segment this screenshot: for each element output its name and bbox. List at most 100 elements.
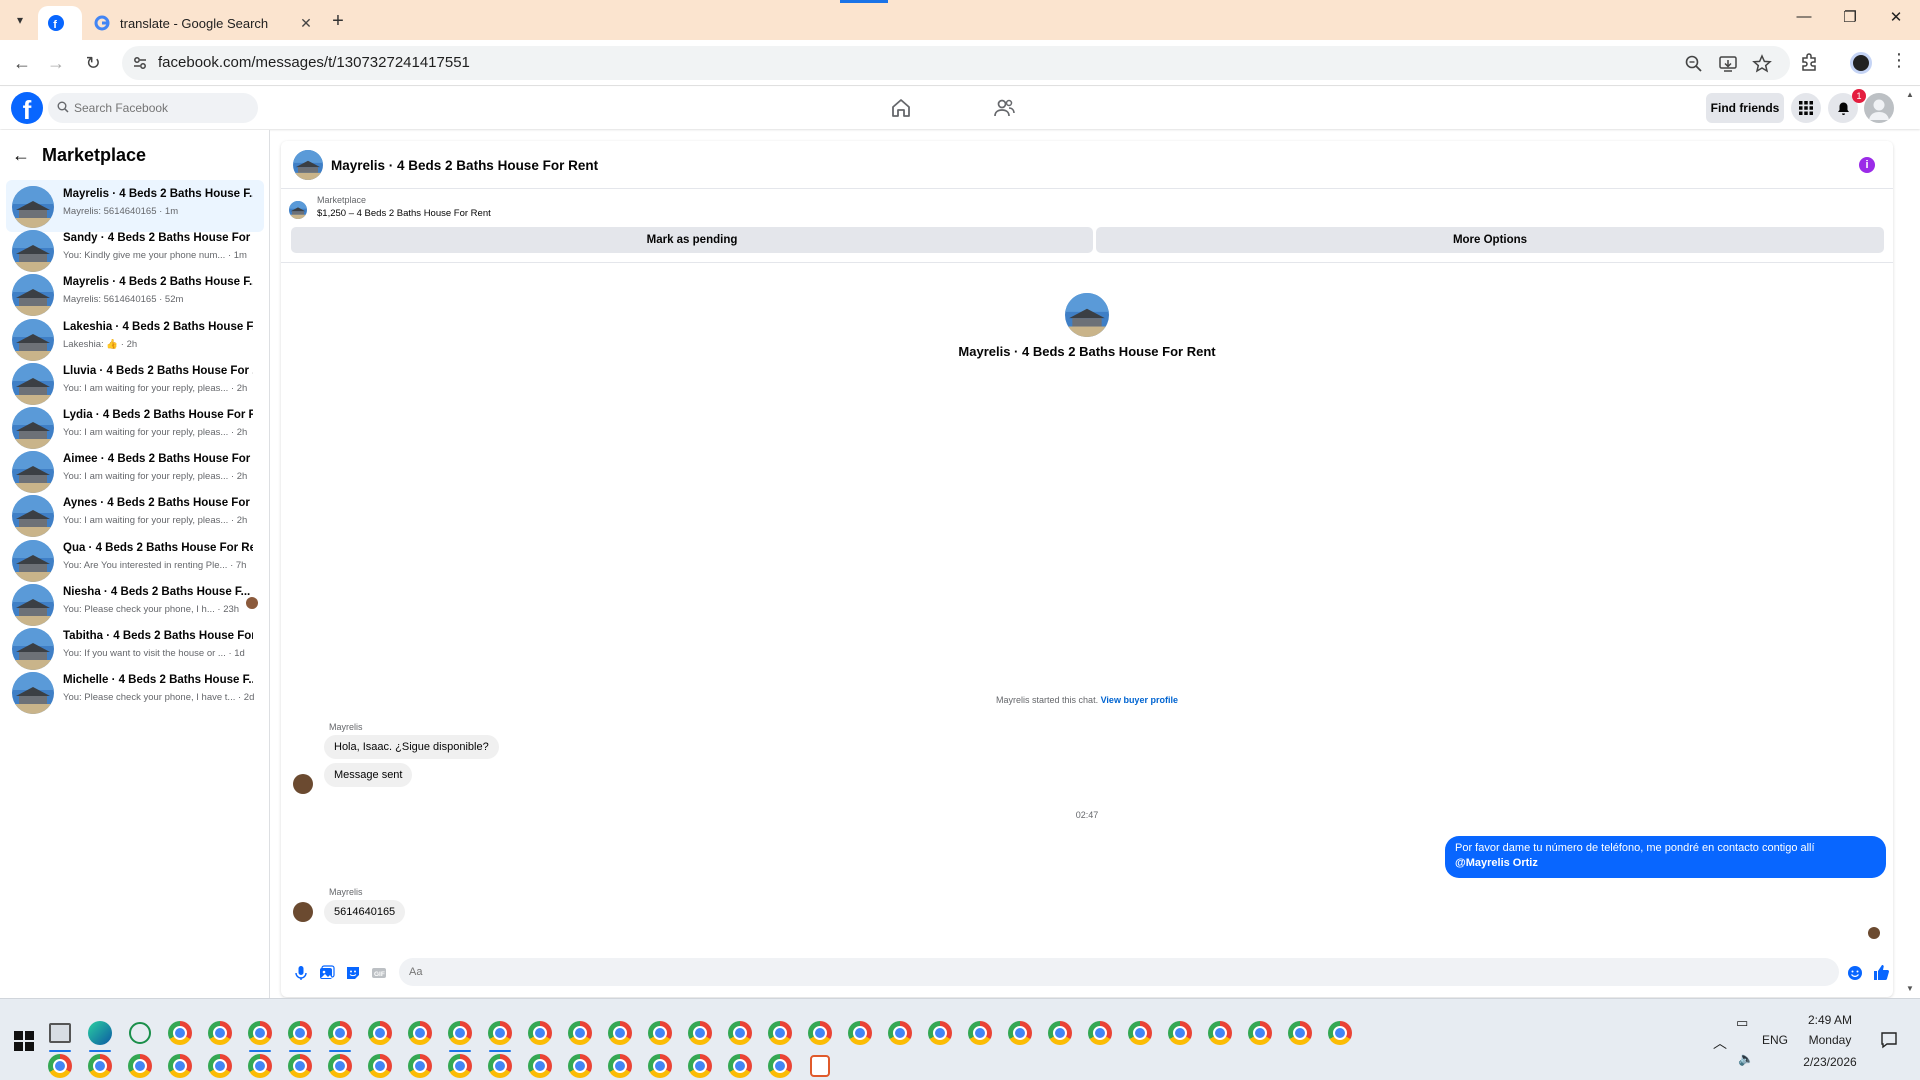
chrome-taskbar-app[interactable] (523, 1049, 557, 1080)
notification-center-icon[interactable] (1880, 1031, 1898, 1049)
chrome-taskbar-app[interactable] (683, 1049, 717, 1080)
chrome-taskbar-app[interactable] (923, 1016, 957, 1050)
explorer-taskbar-app[interactable] (43, 1016, 77, 1052)
tab-facebook[interactable]: f (38, 6, 82, 40)
mark-as-pending-button[interactable]: Mark as pending (291, 227, 1093, 253)
chrome-taskbar-app[interactable] (603, 1049, 637, 1080)
windows-start-icon[interactable] (14, 1031, 34, 1051)
photo-icon[interactable] (319, 965, 335, 981)
scroll-down-arrow[interactable]: ▼ (1906, 984, 1914, 993)
chrome-taskbar-app[interactable] (563, 1049, 597, 1080)
view-buyer-profile-link[interactable]: View buyer profile (1101, 695, 1178, 705)
minimize-button[interactable]: — (1781, 8, 1827, 32)
listing-summary[interactable]: Marketplace $1,250 – 4 Beds 2 Baths Hous… (287, 195, 1887, 225)
back-button[interactable]: ← (9, 50, 35, 76)
network-icon[interactable]: ▭ (1736, 1015, 1748, 1031)
chrome-taskbar-app[interactable] (203, 1049, 237, 1080)
chrome-taskbar-app[interactable] (1043, 1016, 1077, 1050)
chrome-taskbar-app[interactable] (283, 1016, 317, 1052)
install-app-icon[interactable] (1718, 54, 1738, 74)
chrome-taskbar-app[interactable] (643, 1049, 677, 1080)
tab-google-search[interactable]: translate - Google Search ✕ (84, 6, 324, 40)
show-hidden-icons-chevron-up-icon[interactable]: ︿ (1713, 1033, 1727, 1053)
close-window-button[interactable]: ✕ (1873, 8, 1919, 32)
address-bar[interactable]: facebook.com/messages/t/1307327241417551 (122, 46, 1790, 80)
tab-search-button[interactable]: ▾ (6, 8, 34, 32)
chrome-taskbar-app[interactable] (163, 1049, 197, 1080)
clock-day[interactable]: Monday (1800, 1033, 1860, 1047)
chrome-taskbar-app[interactable] (283, 1049, 317, 1080)
extensions-icon[interactable] (1798, 52, 1820, 74)
reload-button[interactable]: ↻ (80, 50, 106, 76)
chrome-taskbar-app[interactable] (723, 1016, 757, 1050)
thumbs-up-icon[interactable] (1872, 963, 1890, 981)
zoom-icon[interactable] (1684, 54, 1704, 74)
chrome-taskbar-app[interactable] (403, 1016, 437, 1050)
chrome-taskbar-app[interactable] (803, 1016, 837, 1050)
message-input[interactable] (399, 958, 1839, 986)
more-options-button[interactable]: More Options (1096, 227, 1884, 253)
chrome-taskbar-app[interactable] (403, 1049, 437, 1080)
edge-taskbar-app[interactable] (83, 1016, 117, 1052)
friends-icon[interactable] (993, 97, 1015, 119)
sender-avatar[interactable] (293, 902, 313, 922)
chrome-taskbar-app[interactable] (763, 1049, 797, 1080)
chrome-taskbar-app[interactable] (123, 1049, 157, 1080)
chrome-taskbar-app[interactable] (523, 1016, 557, 1050)
chrome-taskbar-app[interactable] (323, 1049, 357, 1080)
account-avatar[interactable] (1864, 93, 1894, 123)
chrome-taskbar-app[interactable] (883, 1016, 917, 1050)
volume-icon[interactable]: 🔈 (1738, 1051, 1754, 1067)
close-tab-icon[interactable]: ✕ (298, 15, 314, 32)
facebook-search[interactable] (48, 93, 258, 123)
chrome-taskbar-app[interactable] (1003, 1016, 1037, 1050)
site-info-icon[interactable] (132, 55, 148, 71)
chrome-taskbar-app[interactable] (963, 1016, 997, 1050)
chrome-taskbar-app[interactable] (443, 1049, 477, 1080)
chrome-taskbar-app[interactable] (363, 1016, 397, 1050)
chrome-taskbar-app[interactable] (203, 1016, 237, 1050)
chrome-taskbar-app[interactable] (1283, 1016, 1317, 1050)
new-tab-button[interactable]: + (326, 10, 350, 33)
incoming-message[interactable]: Hola, Isaac. ¿Sigue disponible? (324, 735, 499, 759)
outgoing-message[interactable]: Por favor dame tu número de teléfono, me… (1445, 836, 1886, 878)
clock-time[interactable]: 2:49 AM (1800, 1013, 1860, 1027)
forward-button[interactable]: → (43, 50, 69, 76)
chrome-taskbar-app[interactable] (243, 1049, 277, 1080)
chat-title[interactable]: Mayrelis · 4 Beds 2 Baths House For Rent (331, 158, 598, 173)
chrome-taskbar-app[interactable] (1203, 1016, 1237, 1050)
bookmark-star-icon[interactable] (1752, 54, 1772, 74)
chrome-taskbar-app[interactable] (723, 1049, 757, 1080)
clock-date[interactable]: 2/23/2026 (1795, 1055, 1865, 1069)
sender-avatar[interactable] (293, 774, 313, 794)
menu-grid-button[interactable] (1791, 93, 1821, 123)
home-icon[interactable] (890, 97, 912, 119)
incoming-message[interactable]: Message sent (324, 763, 413, 787)
chrome-taskbar-app[interactable] (243, 1016, 277, 1052)
sticker-icon[interactable] (345, 965, 361, 981)
chrome-taskbar-app[interactable] (1123, 1016, 1157, 1050)
chrome-taskbar-app[interactable] (603, 1016, 637, 1050)
chrome-taskbar-app[interactable] (43, 1049, 77, 1080)
microphone-icon[interactable] (293, 965, 309, 981)
info-icon[interactable]: i (1859, 157, 1875, 173)
chrome-taskbar-app[interactable] (763, 1016, 797, 1050)
whatsapp-taskbar-app[interactable] (123, 1016, 157, 1050)
chrome-taskbar-app[interactable] (1243, 1016, 1277, 1050)
mention-tag[interactable]: @Mayrelis Ortiz (1455, 856, 1876, 871)
chrome-taskbar-app[interactable] (1323, 1016, 1357, 1050)
scroll-up-arrow[interactable]: ▲ (1906, 90, 1914, 99)
search-input[interactable] (74, 93, 250, 123)
chrome-taskbar-app[interactable] (323, 1016, 357, 1052)
chrome-taskbar-app[interactable] (443, 1016, 477, 1052)
restore-button[interactable]: ❐ (1827, 8, 1873, 32)
profile-avatar[interactable] (1850, 52, 1872, 74)
find-friends-button[interactable]: Find friends (1706, 93, 1784, 123)
language-indicator[interactable]: ENG (1762, 1033, 1788, 1047)
conversation-item[interactable]: Michelle · 4 Beds 2 Baths House F... You:… (6, 666, 264, 718)
chrome-taskbar-app[interactable] (683, 1016, 717, 1050)
facebook-logo-icon[interactable]: f (11, 92, 43, 124)
chrome-taskbar-app[interactable] (563, 1016, 597, 1050)
chrome-taskbar-app[interactable] (1163, 1016, 1197, 1050)
back-arrow-icon[interactable]: ← (12, 145, 30, 166)
